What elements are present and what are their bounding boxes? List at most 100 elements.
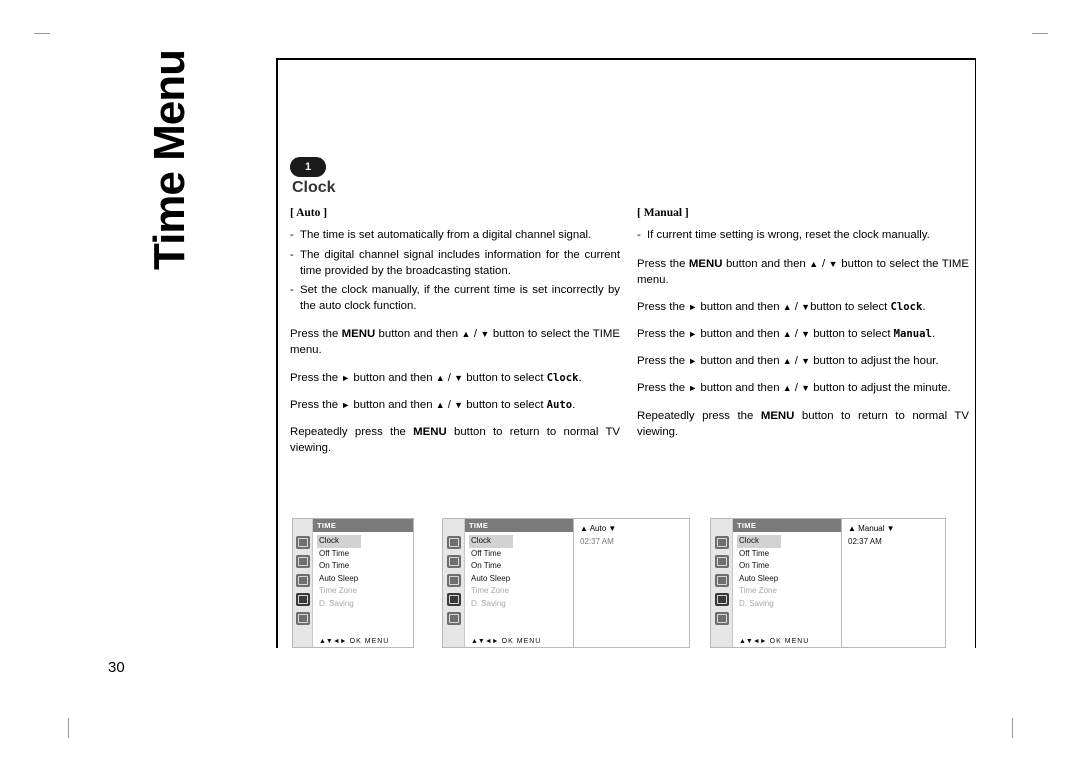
paragraph-text: button to adjust the hour.	[810, 355, 939, 368]
updown-arrow-icon: ▼	[454, 372, 464, 383]
osd-menu-item[interactable]: On Time	[319, 560, 413, 573]
crop-mark-bl-v	[68, 718, 69, 738]
osd-menu-item[interactable]: Time Zone	[739, 585, 841, 598]
right-arrow-icon: ►	[341, 372, 351, 383]
osd-menu-item-label: Clock	[317, 535, 362, 548]
instruction-paragraph: Press the ► button and then ▲ / ▼ button…	[637, 353, 969, 369]
crop-mark-tl-h	[34, 33, 50, 34]
osd-footer-ok-label[interactable]: OK	[767, 638, 785, 645]
right-column-paragraphs: Press the MENU button and then ▲ / ▼ but…	[637, 256, 969, 441]
osd-menu-item[interactable]: On Time	[739, 560, 841, 573]
instruction-paragraph: Press the ► button and then ▲ / ▼ button…	[637, 326, 969, 342]
content-top-rule	[276, 58, 976, 60]
instruction-paragraph: Press the ► button and then ▲ / ▼ button…	[290, 370, 620, 386]
osd-menu-item[interactable]: Clock	[469, 535, 573, 548]
osd-category-icon[interactable]	[446, 612, 461, 625]
chapter-side-title-text: Time Menu	[145, 49, 195, 271]
osd-category-icon[interactable]	[714, 612, 729, 625]
osd-footer-ok-label[interactable]: OK	[347, 638, 365, 645]
osd-category-icon[interactable]	[714, 555, 729, 568]
osd-category-icon[interactable]	[714, 536, 729, 549]
osd-clock-manual: TIME Clock Off Time On Time Auto Sleep Time Z…	[710, 518, 946, 648]
osd-menu-item[interactable]: Off Time	[739, 548, 841, 561]
bullet-item: - Set the clock manually, if the current …	[290, 282, 620, 314]
osd-menu-item[interactable]: Off Time	[471, 548, 573, 561]
osd-menu-item-label: Time Zone	[319, 586, 357, 595]
content-left-rule	[276, 58, 278, 648]
osd-menu-item[interactable]: Auto Sleep	[471, 573, 573, 586]
paragraph-text: button to adjust the minute.	[810, 382, 951, 395]
osd-menu-item-label: D. Saving	[471, 598, 506, 608]
osd-menu-list: Clock Off Time On Time Auto Sleep Time Zone D…	[733, 532, 841, 610]
osd-menu-item[interactable]: Off Time	[319, 548, 413, 561]
osd-clock-mode-selector[interactable]: ▲ Manual ▼	[842, 519, 945, 533]
osd-menu-item[interactable]: Auto Sleep	[739, 573, 841, 586]
osd-menu-item-label: Off Time	[471, 548, 502, 558]
paragraph-text: .	[931, 328, 936, 341]
osd-category-icon[interactable]	[446, 574, 461, 587]
osd-menu-item-label: Clock	[737, 535, 782, 548]
osd-icon-rail	[443, 519, 465, 647]
osd-footer-nav-icon: ▲▼◄►	[471, 638, 499, 645]
osd-menu-item[interactable]: Auto Sleep	[319, 573, 413, 586]
instruction-paragraph: Repeatedly press the MENU button to retu…	[290, 424, 620, 456]
osd-menu-item[interactable]: Clock	[737, 535, 841, 548]
menu-key-label: MENU	[760, 409, 795, 422]
osd-menu-body: TIME Clock Off Time On Time Auto Sleep Time Z…	[465, 519, 573, 647]
osd-menu-item[interactable]: D. Saving	[319, 598, 413, 611]
paragraph-text: button to select	[463, 371, 547, 384]
osd-value-panel: ▲ Manual ▼ 02:37 AM	[841, 519, 945, 647]
content-right-rule	[975, 58, 976, 648]
osd-footer-menu-label[interactable]: MENU	[785, 638, 810, 645]
paragraph-text: .	[578, 371, 582, 384]
bullet-text: The time is set automatically from a dig…	[300, 229, 592, 242]
osd-footer-ok-label[interactable]: OK	[499, 638, 517, 645]
osd-menu-item[interactable]: D. Saving	[471, 598, 573, 611]
paragraph-text: /	[470, 328, 481, 341]
bullet-dash: -	[637, 229, 641, 242]
osd-icon-rail	[711, 519, 733, 647]
updown-arrow-icon: ▼	[801, 329, 811, 340]
osd-clock-time-value[interactable]: 02:37 AM	[574, 533, 689, 546]
osd-menu-item-label: Off Time	[319, 548, 350, 558]
right-arrow-icon: ►	[688, 301, 698, 312]
osd-menu-item[interactable]: Clock	[317, 535, 413, 548]
osd-category-icon[interactable]	[446, 555, 461, 568]
instruction-paragraph: Press the ► button and then ▲ / ▼button …	[637, 299, 969, 315]
osd-category-icon[interactable]	[295, 593, 310, 606]
paragraph-text: Repeatedly press the	[290, 426, 414, 439]
osd-category-icon[interactable]	[446, 536, 461, 549]
paragraph-text: Press the	[290, 398, 342, 411]
osd-category-icon[interactable]	[446, 593, 461, 606]
right-column-bullets: - If current time setting is wrong, reset…	[637, 227, 969, 243]
osd-category-icon[interactable]	[295, 612, 310, 625]
osd-clock-mode-selector[interactable]: ▲ Auto ▼	[574, 519, 689, 533]
osd-footer-menu-label[interactable]: MENU	[517, 638, 542, 645]
osd-category-icon[interactable]	[295, 555, 310, 568]
osd-menu-item-label: On Time	[739, 561, 770, 570]
osd-menu-title: TIME	[733, 519, 841, 532]
paragraph-text: button to select	[810, 328, 894, 341]
osd-menu-item[interactable]: D. Saving	[739, 598, 841, 611]
osd-footer: ▲▼◄► OK MENU	[313, 638, 413, 645]
osd-menu-list: Clock Off Time On Time Auto Sleep Time Zone D…	[465, 532, 573, 610]
osd-category-icon[interactable]	[295, 536, 310, 549]
osd-category-icon[interactable]	[714, 574, 729, 587]
osd-clock-time-value[interactable]: 02:37 AM	[842, 533, 945, 546]
right-arrow-icon: ►	[688, 356, 698, 367]
osd-menu-item-label: Auto Sleep	[471, 573, 511, 583]
left-column-paragraphs: Press the MENU button and then ▲ / ▼ but…	[290, 326, 620, 456]
bullet-dash: -	[290, 229, 294, 242]
instruction-paragraph: Press the ► button and then ▲ / ▼ button…	[637, 380, 969, 396]
instruction-paragraph: Press the MENU button and then ▲ / ▼ but…	[637, 256, 969, 288]
osd-menu-item[interactable]: Time Zone	[319, 585, 413, 598]
osd-category-icon[interactable]	[714, 593, 729, 606]
chapter-side-title: Time Menu	[60, 40, 280, 280]
paragraph-text: Press the	[637, 300, 689, 313]
bullet-text: Set the clock manually, if the current t…	[300, 283, 620, 313]
osd-menu-item[interactable]: On Time	[471, 560, 573, 573]
osd-menu-item-label: Time Zone	[739, 586, 777, 595]
osd-category-icon[interactable]	[295, 574, 310, 587]
osd-footer-menu-label[interactable]: MENU	[365, 638, 390, 645]
osd-menu-item[interactable]: Time Zone	[471, 585, 573, 598]
